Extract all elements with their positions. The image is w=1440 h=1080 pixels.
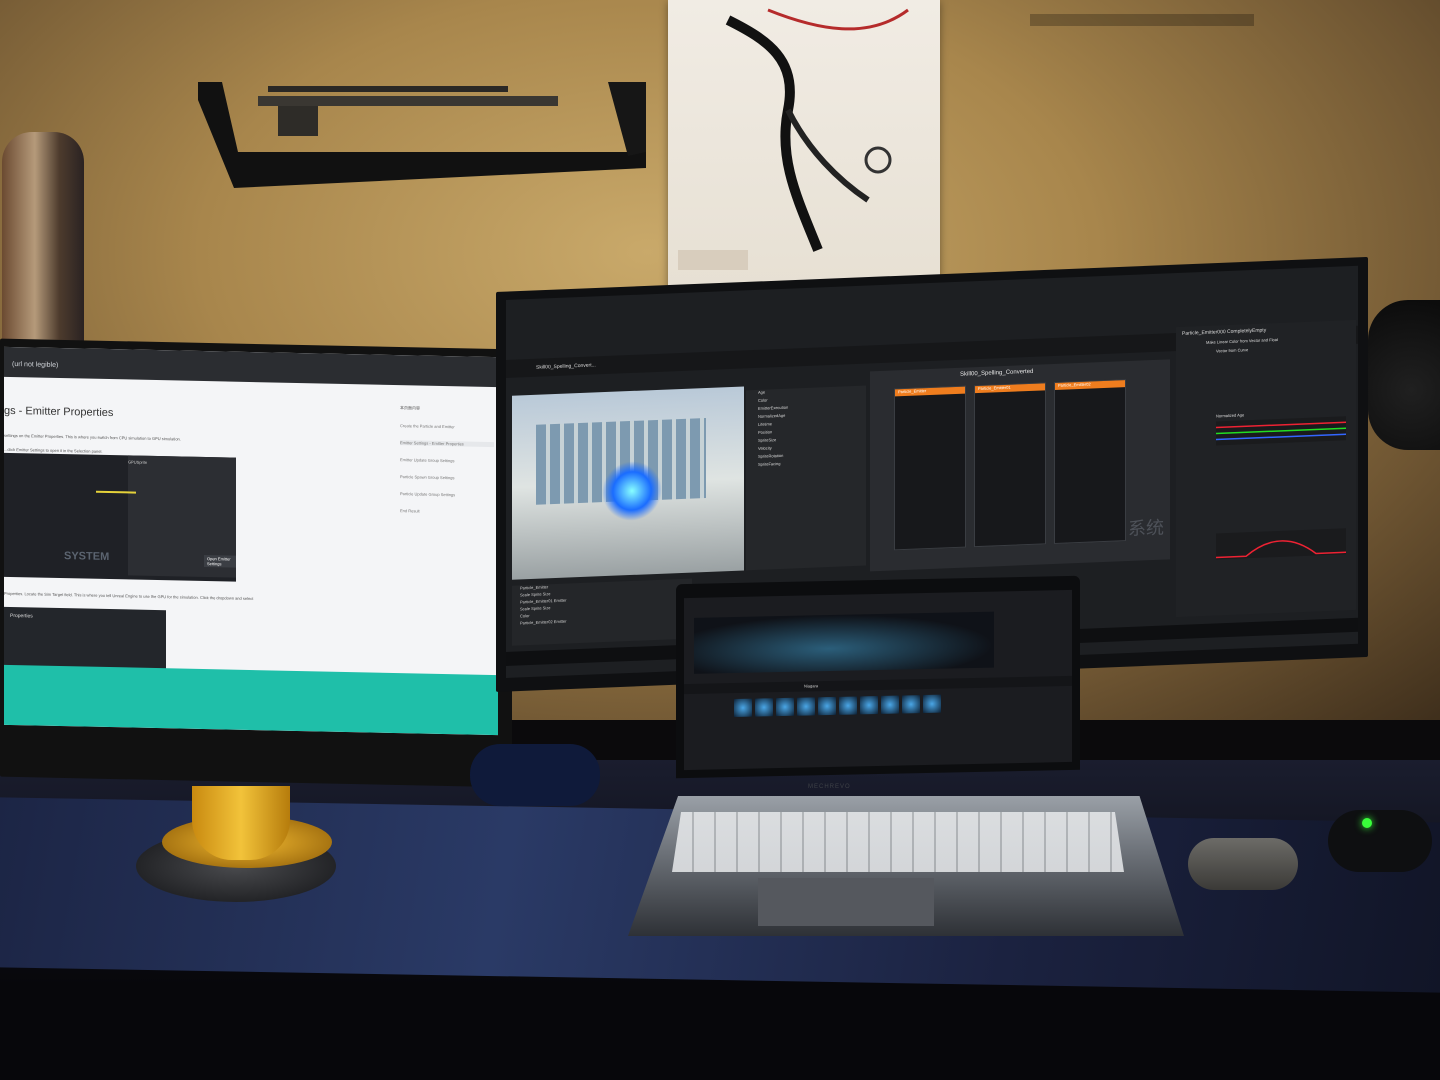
- laptop-touchpad: [758, 878, 934, 926]
- headphones: [1368, 300, 1440, 450]
- left-monitor-screen: (url not legible) gs - Emitter Propertie…: [4, 346, 498, 736]
- asset-thumbnail[interactable]: [755, 698, 773, 717]
- system-watermark: 系统: [1128, 517, 1164, 540]
- emitter-list: Particle_Emitter Scale Sprite Size Parti…: [512, 578, 692, 646]
- asset-thumbnail[interactable]: [881, 695, 899, 714]
- toc-item[interactable]: End Result: [400, 508, 494, 515]
- toc-item[interactable]: Create the Particle and Emitter: [400, 423, 494, 430]
- table-of-contents: 本页面内容 Create the Particle and Emitter Em…: [394, 405, 494, 527]
- mouse-led-icon: [1362, 818, 1372, 828]
- wall-shelf-with-rifle-model: [198, 82, 646, 188]
- grey-mouse: [1188, 838, 1298, 890]
- asset-thumbnail[interactable]: [776, 697, 794, 717]
- anime-figure-illustration: [678, 8, 909, 270]
- details-row[interactable]: Vector from Curve: [1216, 343, 1350, 353]
- asset-thumbnails: [734, 694, 964, 721]
- asset-thumbnail[interactable]: [818, 696, 836, 716]
- system-overview-graph[interactable]: Skill00_Spelling_Converted Particle_Emit…: [870, 359, 1170, 572]
- emitter-node-title: Particle_Emitter02: [1055, 380, 1125, 390]
- graph-title: Skill00_Spelling_Converted: [960, 368, 1034, 378]
- hanging-scarf: [2, 132, 84, 352]
- float-curve-editor[interactable]: [1216, 528, 1346, 560]
- laptop-brand: MECHREVO: [808, 784, 851, 790]
- toc-item[interactable]: Particle Update Group Settings: [400, 491, 494, 498]
- rifle-body: [258, 96, 558, 106]
- laptop-viewport[interactable]: [694, 611, 994, 674]
- emitter-node[interactable]: Particle_Emitter02: [1054, 379, 1126, 544]
- laptop-toolbar: Niagara: [684, 675, 1072, 695]
- asset-thumbnail[interactable]: [797, 697, 815, 716]
- teal-banner: [4, 664, 498, 736]
- shelf-side: [608, 82, 646, 156]
- laptop-keyboard: [672, 812, 1124, 872]
- asset-thumbnail[interactable]: [839, 696, 857, 715]
- laptop-screen: Niagara: [684, 589, 1072, 771]
- doc-paragraph: Properties. Locate the Sim Target field.…: [4, 590, 254, 602]
- details-panel: Particle_Emitter000 CompletelyEmpty Make…: [1176, 319, 1356, 618]
- rifle-scope: [268, 86, 508, 92]
- screenshot-label: SYSTEM: [64, 550, 110, 564]
- url-text: (url not legible): [12, 360, 59, 369]
- doc-paragraph: settings on the Emitter Properties. This…: [4, 432, 181, 442]
- shelf-edge: [1030, 14, 1254, 26]
- gaming-mouse: [1328, 810, 1432, 872]
- anime-poster: [668, 0, 940, 314]
- toc-item-active[interactable]: Emitter Settings - Emitter Properties: [400, 440, 494, 448]
- emitter-node-title: Particle_Emitter01: [975, 383, 1045, 394]
- yellow-coffee-cup: [192, 786, 290, 860]
- toc-item[interactable]: Particle Spawn Group Settings: [400, 474, 494, 481]
- laptop-toolbar-label: Niagara: [804, 683, 819, 689]
- toc-item[interactable]: Emitter Update Group Settings: [400, 457, 494, 464]
- screenshot2-title: Properties: [10, 612, 33, 620]
- asset-thumbnail[interactable]: [734, 698, 752, 718]
- screenshot-field: GPUSprite: [128, 459, 148, 465]
- asset-thumbnail[interactable]: [902, 695, 920, 714]
- doc-heading: gs - Emitter Properties: [4, 404, 114, 420]
- niagara-viewport[interactable]: [512, 386, 744, 580]
- emitter-node[interactable]: Particle_Emitter: [894, 385, 966, 551]
- color-curve-editor[interactable]: [1216, 416, 1346, 446]
- emitter-node[interactable]: Particle_Emitter01: [974, 382, 1046, 548]
- doc-screenshot: SYSTEM GPUSprite Open Emitter Settings: [4, 452, 236, 582]
- parameters-panel: Age Color EmitterExecution NormalizedAge…: [746, 385, 866, 571]
- particle-effect: [602, 459, 662, 523]
- asset-thumbnail[interactable]: [923, 694, 941, 714]
- game-controller: [470, 744, 600, 806]
- emitter-node-title: Particle_Emitter: [895, 386, 965, 397]
- rifle-stand: [278, 106, 318, 136]
- asset-thumbnail[interactable]: [860, 696, 878, 715]
- toc-title: 本页面内容: [400, 405, 420, 411]
- screenshot-tooltip: Open Emitter Settings: [204, 555, 236, 568]
